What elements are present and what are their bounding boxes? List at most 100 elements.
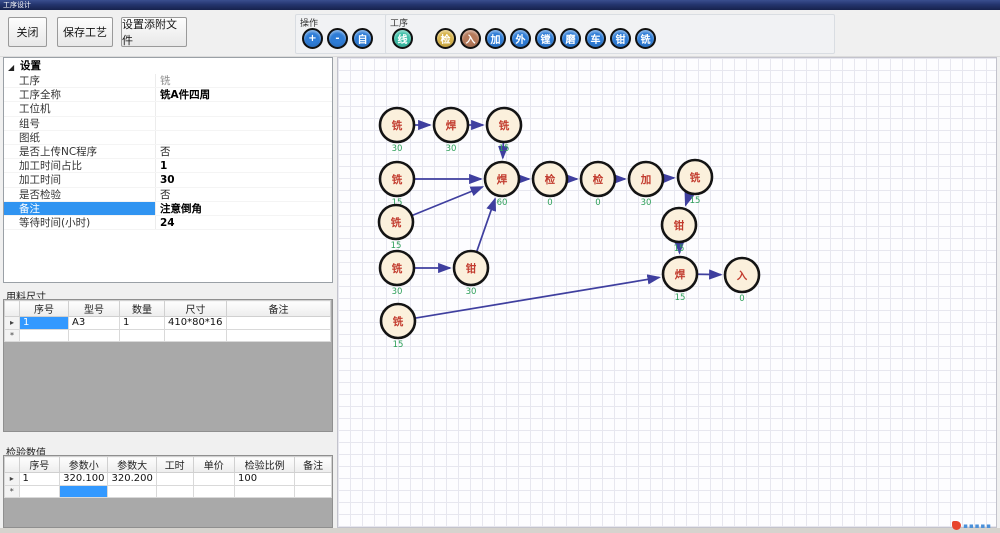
property-row[interactable]: 工位机: [4, 102, 332, 116]
table-row[interactable]: ▸1A31410*80*16: [5, 317, 331, 330]
column-header[interactable]: 备注: [295, 457, 332, 473]
property-row[interactable]: 工序全称铣A件四周: [4, 88, 332, 102]
table-cell[interactable]: [60, 485, 108, 498]
property-value[interactable]: 否: [156, 145, 332, 158]
property-row[interactable]: 是否检验否: [4, 188, 332, 202]
column-header[interactable]: 尺寸: [165, 301, 227, 317]
diagram-node[interactable]: 焊60: [485, 162, 519, 208]
diagram-node[interactable]: 铣15: [380, 162, 414, 208]
property-row[interactable]: 加工时间占比1: [4, 159, 332, 173]
process-storage-button[interactable]: 入: [460, 28, 481, 49]
column-header[interactable]: 序号: [19, 457, 60, 473]
property-label: 等待时间(小时): [4, 216, 156, 229]
close-button[interactable]: 关闭: [8, 17, 47, 47]
column-header[interactable]: 序号: [20, 301, 69, 317]
property-row[interactable]: 加工时间30: [4, 173, 332, 187]
process-machining-button[interactable]: 加: [485, 28, 506, 49]
diagram-node[interactable]: 焊15: [663, 257, 697, 303]
property-value[interactable]: 铣: [156, 74, 332, 87]
table-cell[interactable]: [234, 485, 294, 498]
table-cell[interactable]: [227, 317, 331, 330]
property-value[interactable]: 30: [156, 173, 332, 186]
column-header[interactable]: 单价: [193, 457, 234, 473]
table-cell[interactable]: 320.100: [60, 473, 108, 486]
table-cell[interactable]: 410*80*16: [165, 317, 227, 330]
property-row[interactable]: 等待时间(小时)24: [4, 216, 332, 230]
process-wirecut-button[interactable]: 线: [392, 28, 413, 49]
property-row[interactable]: 组号: [4, 117, 332, 131]
remove-node-button[interactable]: -: [327, 28, 348, 49]
property-value[interactable]: 24: [156, 216, 332, 229]
diagram-node[interactable]: 铣30: [380, 251, 414, 297]
table-cell[interactable]: [120, 329, 165, 342]
add-node-button[interactable]: +: [302, 28, 323, 49]
property-value[interactable]: 注意倒角: [156, 202, 332, 215]
table-cell[interactable]: 100: [234, 473, 294, 486]
save-process-button[interactable]: 保存工艺: [57, 17, 113, 47]
property-row[interactable]: 备注注意倒角: [4, 202, 332, 216]
diagram-node[interactable]: 钳15: [662, 208, 696, 254]
table-cell[interactable]: 320.200: [108, 473, 156, 486]
node-time-label: 30: [392, 144, 403, 154]
process-outsource-button[interactable]: 外: [510, 28, 531, 49]
table-cell[interactable]: [108, 485, 156, 498]
table-cell[interactable]: [19, 485, 60, 498]
table-cell[interactable]: [295, 473, 332, 486]
diagram-node[interactable]: 铣15: [381, 304, 415, 350]
property-label: 组号: [4, 117, 156, 130]
diagram-node[interactable]: 检0: [533, 162, 567, 208]
property-value[interactable]: 否: [156, 188, 332, 201]
diagram-node[interactable]: 钳30: [454, 251, 488, 297]
table-cell[interactable]: [69, 329, 120, 342]
property-row[interactable]: 工序铣: [4, 74, 332, 88]
new-row[interactable]: *: [5, 485, 332, 498]
column-header[interactable]: 参数大: [108, 457, 156, 473]
diagram-node[interactable]: 加30: [629, 162, 663, 208]
table-cell[interactable]: A3: [69, 317, 120, 330]
process-turning-button[interactable]: 车: [585, 28, 606, 49]
property-row[interactable]: 是否上传NC程序否: [4, 145, 332, 159]
table-cell[interactable]: [156, 485, 193, 498]
property-row[interactable]: 图纸: [4, 131, 332, 145]
property-value[interactable]: [156, 131, 332, 144]
column-header[interactable]: 型号: [69, 301, 120, 317]
column-header[interactable]: 检验比例: [234, 457, 294, 473]
set-attachment-button[interactable]: 设置添附文件: [121, 17, 187, 47]
table-cell[interactable]: [295, 485, 332, 498]
table-cell[interactable]: [20, 329, 69, 342]
new-row[interactable]: *: [5, 329, 331, 342]
table-cell[interactable]: [193, 473, 234, 486]
column-header[interactable]: 工时: [156, 457, 193, 473]
table-cell[interactable]: 1: [20, 317, 69, 330]
process-flow-canvas[interactable]: 铣30焊30铣15铣15焊60检0检0加30铣15钳15焊15入0铣15铣30钳…: [337, 57, 997, 528]
current-row-marker: ▸: [5, 473, 20, 486]
process-grinding-button[interactable]: 磨: [560, 28, 581, 49]
property-value[interactable]: 铣A件四周: [156, 88, 332, 101]
table-cell[interactable]: [193, 485, 234, 498]
table-cell[interactable]: 1: [19, 473, 60, 486]
property-value[interactable]: [156, 117, 332, 130]
table-cell[interactable]: 1: [120, 317, 165, 330]
column-header[interactable]: 备注: [227, 301, 331, 317]
diagram-node[interactable]: 焊30: [434, 108, 468, 154]
auto-layout-button[interactable]: 自: [352, 28, 373, 49]
table-row[interactable]: ▸1320.100320.200 100: [5, 473, 332, 486]
diagram-node[interactable]: 入0: [725, 258, 759, 304]
process-milling-button[interactable]: 铣: [635, 28, 656, 49]
property-value[interactable]: [156, 102, 332, 115]
diagram-node[interactable]: 铣15: [487, 108, 521, 154]
diagram-node[interactable]: 检0: [581, 162, 615, 208]
table-cell[interactable]: [227, 329, 331, 342]
column-header[interactable]: 数量: [120, 301, 165, 317]
diagram-node[interactable]: 铣30: [380, 108, 414, 154]
process-boring-button[interactable]: 镗: [535, 28, 556, 49]
table-cell[interactable]: [156, 473, 193, 486]
table-cell[interactable]: [165, 329, 227, 342]
process-fitting-button[interactable]: 钳: [610, 28, 631, 49]
diagram-node[interactable]: 铣15: [678, 160, 712, 206]
process-inspect-button[interactable]: 检: [435, 28, 456, 49]
property-value[interactable]: 1: [156, 159, 332, 172]
column-header[interactable]: 参数小: [60, 457, 108, 473]
diagram-node[interactable]: 铣15: [379, 205, 413, 251]
collapse-triangle-icon[interactable]: ◢: [8, 60, 14, 76]
